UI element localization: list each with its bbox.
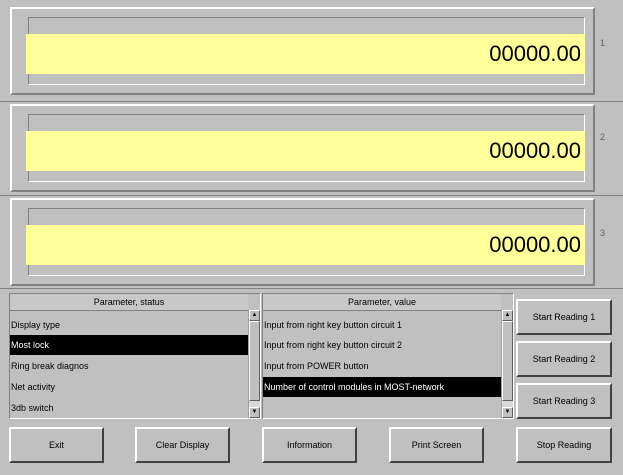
value-list[interactable]: Parameter, value Input from right key bu… bbox=[262, 293, 514, 419]
scroll-thumb[interactable] bbox=[502, 321, 513, 401]
readout-value-3: 00000.00 bbox=[26, 225, 585, 265]
clear-display-button[interactable]: Clear Display bbox=[135, 427, 230, 463]
status-list-scrollbar[interactable]: ▲ ▼ bbox=[248, 310, 260, 418]
scroll-down-icon[interactable]: ▼ bbox=[249, 407, 260, 418]
stop-reading-button[interactable]: Stop Reading bbox=[516, 427, 612, 463]
separator-3 bbox=[0, 288, 623, 289]
scroll-up-icon[interactable]: ▲ bbox=[249, 310, 260, 321]
value-list-header: Parameter, value bbox=[263, 294, 501, 311]
scroll-thumb[interactable] bbox=[249, 321, 260, 401]
scroll-up-icon[interactable]: ▲ bbox=[502, 310, 513, 321]
status-list-item[interactable]: Net activity bbox=[10, 377, 248, 397]
panel-number-1: 1 bbox=[600, 38, 606, 48]
print-screen-button[interactable]: Print Screen bbox=[389, 427, 484, 463]
information-button[interactable]: Information bbox=[262, 427, 357, 463]
panel-number-2: 2 bbox=[600, 132, 606, 142]
readout-panel-1: 00000.00 bbox=[10, 7, 595, 95]
status-list-header: Parameter, status bbox=[10, 294, 248, 311]
exit-button[interactable]: Exit bbox=[9, 427, 104, 463]
value-list-item[interactable]: Input from POWER button bbox=[263, 356, 501, 376]
readout-panel-3: 00000.00 bbox=[10, 198, 595, 286]
status-list-item[interactable]: Display type bbox=[10, 315, 248, 335]
status-list[interactable]: Parameter, status Display type Most lock… bbox=[9, 293, 261, 419]
panel-number-3: 3 bbox=[600, 228, 606, 238]
separator-2 bbox=[0, 195, 623, 196]
value-list-item-selected[interactable]: Number of control modules in MOST-networ… bbox=[263, 377, 501, 397]
readout-value-1: 00000.00 bbox=[26, 34, 585, 74]
separator-1 bbox=[0, 101, 623, 102]
value-list-scrollbar[interactable]: ▲ ▼ bbox=[501, 310, 513, 418]
readout-panel-2: 00000.00 bbox=[10, 104, 595, 192]
status-list-item-selected[interactable]: Most lock bbox=[10, 335, 248, 355]
status-list-item[interactable]: 3db switch bbox=[10, 398, 248, 418]
value-list-item[interactable]: Input from right key button circuit 2 bbox=[263, 335, 501, 355]
start-reading-1-button[interactable]: Start Reading 1 bbox=[516, 299, 612, 335]
start-reading-3-button[interactable]: Start Reading 3 bbox=[516, 383, 612, 419]
value-list-item[interactable]: Input from right key button circuit 1 bbox=[263, 315, 501, 335]
readout-value-2: 00000.00 bbox=[26, 131, 585, 171]
start-reading-2-button[interactable]: Start Reading 2 bbox=[516, 341, 612, 377]
scroll-down-icon[interactable]: ▼ bbox=[502, 407, 513, 418]
status-list-item[interactable]: Ring break diagnos bbox=[10, 356, 248, 376]
